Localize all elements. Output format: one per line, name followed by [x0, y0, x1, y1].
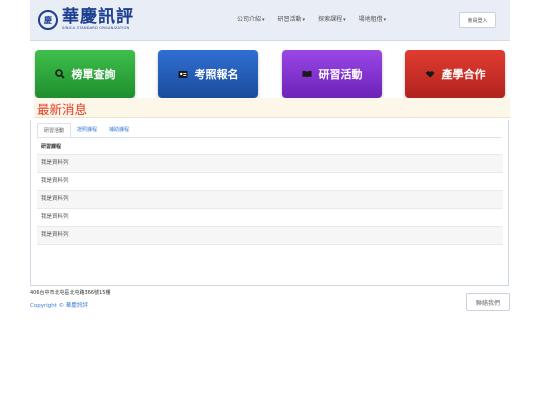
footer-address: 406台中市北屯區北屯路366號15樓 [30, 290, 111, 296]
contact-us-button[interactable]: 聯絡我們 [466, 293, 510, 311]
search-icon [54, 69, 65, 79]
tab-divider [37, 137, 502, 138]
list-item[interactable]: 我是資料列 [37, 190, 503, 208]
exam-registration-button[interactable]: 考照報名 [158, 50, 258, 98]
caret-down-icon: ▾ [343, 17, 346, 23]
menu-item-workshops[interactable]: 研習活動▾ [278, 14, 306, 23]
logo-seal: 慶 [38, 10, 58, 30]
tab-subsidized-courses[interactable]: 補助課程 [103, 123, 135, 137]
caret-down-icon: ▾ [262, 17, 265, 23]
logo[interactable]: 慶 華慶訊評 SINICA STANDARD ORGANIZATION [38, 7, 134, 33]
exam-registration-label: 考照報名 [194, 68, 239, 81]
news-header: 最新消息 [34, 98, 510, 118]
top-navbar: 慶 華慶訊評 SINICA STANDARD ORGANIZATION 公司介紹… [30, 0, 510, 41]
main-menu: 公司介紹▾ 研習活動▾ 探索課程▾ 場地租借▾ [237, 14, 399, 23]
list-item[interactable]: 我是資料列 [37, 154, 503, 172]
news-panel: 研習活動 證照課程 補助課程 研習課程 我是資料列 我是資料列 我是資料列 我是… [30, 120, 509, 286]
menu-item-venue[interactable]: 場地租借▾ [359, 14, 387, 23]
news-list: 我是資料列 我是資料列 我是資料列 我是資料列 我是資料列 [37, 154, 503, 245]
footer-copyright[interactable]: Copyright © 華慶訊評 [30, 301, 88, 309]
workshops-label: 研習活動 [318, 68, 363, 81]
tab-certification-courses[interactable]: 證照課程 [71, 123, 103, 137]
member-login-button[interactable]: 會員登入 [459, 12, 496, 28]
caret-down-icon: ▾ [302, 17, 306, 23]
caret-down-icon: ▾ [383, 17, 387, 23]
news-title: 最新消息 [37, 102, 88, 117]
logo-title: 華慶訊評 [62, 7, 134, 28]
results-query-button[interactable]: 榜單查詢 [35, 50, 135, 98]
results-query-label: 榜單查詢 [71, 68, 116, 81]
logo-subtitle: SINICA STANDARD ORGANIZATION [62, 26, 130, 31]
book-icon [301, 69, 312, 79]
section-heading: 研習課程 [41, 144, 62, 150]
list-item[interactable]: 我是資料列 [37, 172, 503, 190]
industry-cooperation-label: 產學合作 [441, 68, 486, 81]
news-tabs: 研習活動 證照課程 補助課程 [37, 123, 135, 139]
industry-cooperation-button[interactable]: 產學合作 [405, 50, 505, 98]
list-item[interactable]: 我是資料列 [37, 208, 503, 226]
menu-item-courses[interactable]: 探索課程▾ [318, 14, 346, 23]
list-item[interactable]: 我是資料列 [37, 226, 503, 245]
workshops-button[interactable]: 研習活動 [282, 50, 382, 98]
id-card-icon [178, 69, 188, 79]
handshake-icon [425, 69, 435, 79]
menu-item-company[interactable]: 公司介紹▾ [237, 14, 265, 23]
